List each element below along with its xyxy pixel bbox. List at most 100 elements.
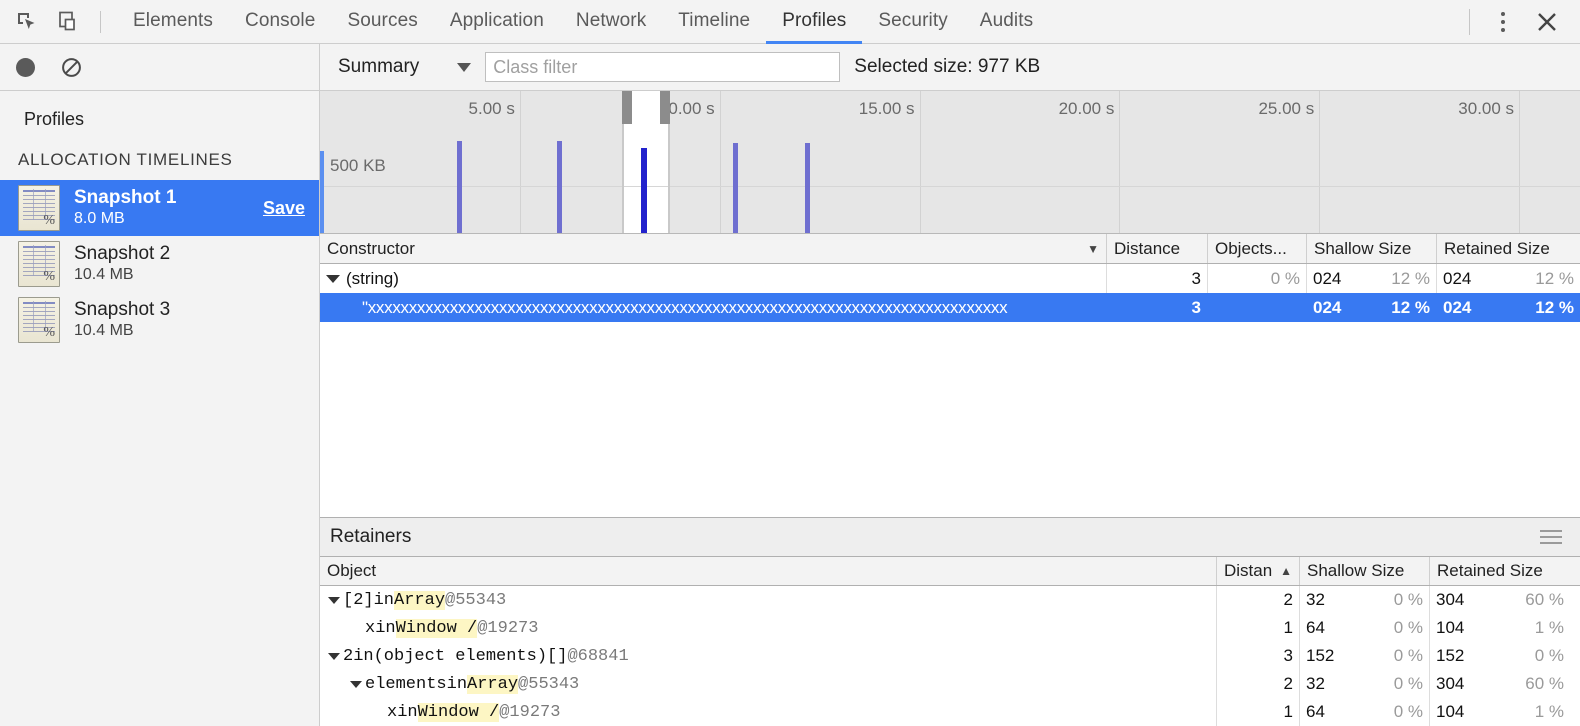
- allocation-bar: [805, 143, 810, 233]
- table-row[interactable]: x in Window / @192731640 %1041 %: [320, 698, 1580, 726]
- cell-objects-count: 0 %: [1208, 264, 1307, 293]
- expand-triangle-icon[interactable]: [328, 653, 340, 660]
- retainer-class: Array: [394, 591, 445, 610]
- cell-shallow-size: 640 %: [1300, 614, 1430, 642]
- table-row[interactable]: x in Window / @192731640 %1041 %: [320, 614, 1580, 642]
- devtools-tabbar: Elements Console Sources Application Net…: [0, 0, 1580, 44]
- tab-sources[interactable]: Sources: [331, 1, 433, 44]
- record-icon[interactable]: [16, 58, 35, 77]
- column-header-objects-count[interactable]: Objects...: [1208, 234, 1307, 263]
- column-label: Shallow Size: [1307, 561, 1404, 581]
- column-header-distance[interactable]: Distan ▲: [1217, 557, 1300, 585]
- column-header-object[interactable]: Object: [320, 557, 1217, 585]
- retainer-id: @55343: [518, 675, 579, 694]
- retainers-rows: [2] in Array @553432320 %30460 % x in Win…: [320, 586, 1580, 726]
- inspect-element-icon[interactable]: [14, 9, 40, 35]
- snapshot-icon: %: [18, 241, 60, 287]
- cell-retained-size: 024 12 %: [1437, 293, 1580, 322]
- cell-object: x in Window / @19273: [320, 614, 1217, 642]
- snapshot-icon: %: [18, 185, 60, 231]
- close-icon[interactable]: [1530, 5, 1564, 39]
- tab-audits[interactable]: Audits: [964, 1, 1049, 44]
- devtools-window: Elements Console Sources Application Net…: [0, 0, 1580, 726]
- column-header-shallow-size[interactable]: Shallow Size: [1307, 234, 1437, 263]
- allocation-bar: [733, 143, 738, 233]
- tab-network[interactable]: Network: [560, 1, 662, 44]
- table-row[interactable]: "xxxxxxxxxxxxxxxxxxxxxxxxxxxxxxxxxxxxxxx…: [320, 293, 1580, 322]
- distance-value: 3: [1192, 298, 1201, 318]
- clear-icon[interactable]: [61, 57, 82, 78]
- column-header-constructor[interactable]: Constructor ▼: [320, 234, 1107, 263]
- tab-label: Elements: [133, 10, 213, 32]
- cell-distance: 3: [1217, 642, 1300, 670]
- more-options-icon[interactable]: [1490, 7, 1516, 37]
- retained-value: 304: [1436, 674, 1464, 694]
- tab-application[interactable]: Application: [434, 1, 560, 44]
- retainer-path: x in Window / @19273: [372, 703, 560, 722]
- view-mode-select[interactable]: Summary: [338, 56, 485, 78]
- shallow-pct: 0 %: [1394, 702, 1423, 722]
- selection-handle-right[interactable]: [660, 91, 670, 124]
- expand-triangle-icon[interactable]: [328, 597, 340, 604]
- sidebar-title: Profiles: [0, 91, 319, 144]
- hamburger-menu-icon[interactable]: [1536, 526, 1566, 548]
- heap-profiler-main: Summary Selected size: 977 KB 5.00 s10.0…: [320, 44, 1580, 726]
- sidebar-item-snapshot-1[interactable]: % Snapshot 1 8.0 MB Save: [0, 180, 319, 236]
- column-header-retained-size[interactable]: Retained Size: [1430, 557, 1570, 585]
- sort-desc-icon: ▼: [1087, 242, 1099, 256]
- chevron-down-icon: [457, 63, 471, 72]
- tabbar-left-icons: [0, 0, 117, 43]
- column-header-retained-size[interactable]: Retained Size: [1437, 234, 1580, 263]
- column-header-shallow-size[interactable]: Shallow Size: [1300, 557, 1430, 585]
- cell-constructor: (string): [320, 264, 1107, 293]
- column-header-distance[interactable]: Distance: [1107, 234, 1208, 263]
- retained-pct: 1 %: [1535, 618, 1564, 638]
- selection-edge-right: [668, 124, 670, 233]
- sidebar-section-allocation-timelines: ALLOCATION TIMELINES: [0, 144, 319, 180]
- sidebar-item-snapshot-2[interactable]: % Snapshot 2 10.4 MB: [0, 236, 319, 292]
- tab-elements[interactable]: Elements: [117, 1, 229, 44]
- retainer-key: x: [387, 703, 397, 722]
- constructors-datagrid: Constructor ▼ Distance Objects... Shallo…: [320, 234, 1580, 517]
- timeline-ruler: 5.00 s10.00 s15.00 s20.00 s25.00 s30.00 …: [320, 91, 1580, 129]
- class-filter-input[interactable]: [485, 52, 840, 82]
- cell-retained-size: 30460 %: [1430, 586, 1570, 614]
- retainer-keyword: in: [397, 703, 417, 722]
- retained-pct: 12 %: [1535, 298, 1574, 318]
- tab-console[interactable]: Console: [229, 1, 331, 44]
- table-row[interactable]: elements in Array @553432320 %30460 %: [320, 670, 1580, 698]
- selection-handle-left[interactable]: [622, 91, 632, 124]
- retainer-keyword: in: [447, 675, 467, 694]
- devtools-body: Profiles ALLOCATION TIMELINES % Snapshot…: [0, 44, 1580, 726]
- snapshot-text: Snapshot 3 10.4 MB: [74, 299, 305, 341]
- retainer-id: @19273: [499, 703, 560, 722]
- allocation-timeline-overview[interactable]: 5.00 s10.00 s15.00 s20.00 s25.00 s30.00 …: [320, 91, 1580, 234]
- tab-label: Timeline: [678, 10, 750, 32]
- tab-security[interactable]: Security: [862, 1, 963, 44]
- expand-triangle-icon[interactable]: [350, 681, 362, 688]
- device-toolbar-icon[interactable]: [56, 9, 82, 35]
- cell-retained-size: 1520 %: [1430, 642, 1570, 670]
- save-snapshot-button[interactable]: Save: [257, 198, 305, 219]
- snapshot-size: 10.4 MB: [74, 321, 305, 341]
- cell-shallow-size: 320 %: [1300, 586, 1430, 614]
- tab-profiles[interactable]: Profiles: [766, 1, 862, 44]
- table-row[interactable]: 2 in (object elements)[] @6884131520 %15…: [320, 642, 1580, 670]
- retainers-header-row: Object Distan ▲ Shallow Size Retained Si…: [320, 557, 1580, 586]
- timeline-tick-label: 25.00 s: [1258, 99, 1319, 119]
- retained-pct: 60 %: [1525, 674, 1564, 694]
- snapshot-size: 10.4 MB: [74, 265, 305, 285]
- retainer-path: x in Window / @19273: [350, 619, 538, 638]
- snapshot-icon: %: [18, 297, 60, 343]
- cell-distance: 1: [1217, 614, 1300, 642]
- retained-pct: 0 %: [1535, 646, 1564, 666]
- sidebar-item-snapshot-3[interactable]: % Snapshot 3 10.4 MB: [0, 292, 319, 348]
- table-row[interactable]: (string) 3 0 % 024 12 % 02: [320, 264, 1580, 293]
- table-row[interactable]: [2] in Array @553432320 %30460 %: [320, 586, 1580, 614]
- retainer-key: elements: [365, 675, 447, 694]
- retainer-id: @19273: [477, 619, 538, 638]
- sort-asc-icon: ▲: [1280, 564, 1292, 578]
- tab-timeline[interactable]: Timeline: [662, 1, 766, 44]
- retainer-class: Array: [467, 675, 518, 694]
- expand-triangle-icon[interactable]: [326, 275, 340, 283]
